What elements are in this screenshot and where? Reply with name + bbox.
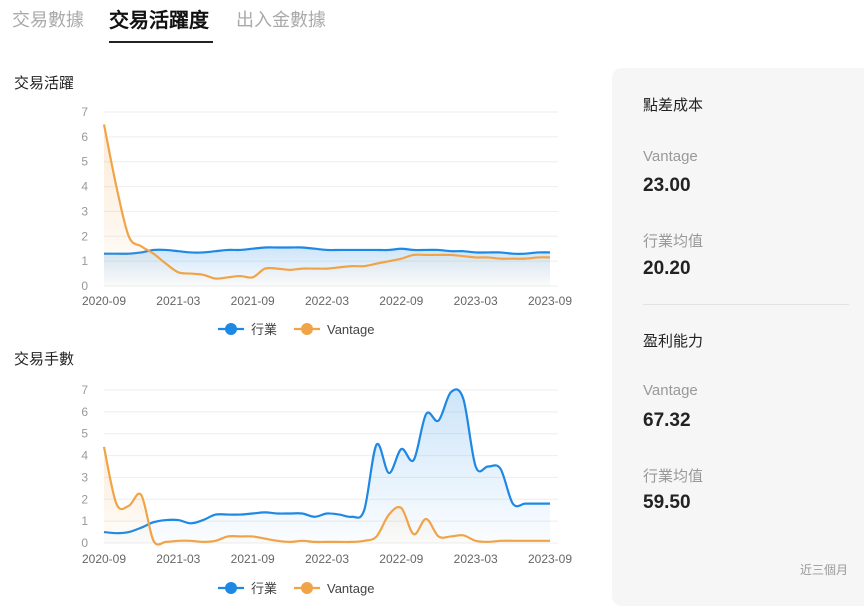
y-tick-label: 4 [81, 449, 88, 463]
legend-item-vantage-marker [301, 582, 313, 594]
x-tick-label: 2023-09 [528, 552, 572, 566]
profit-vantage-value: 67.32 [643, 410, 691, 431]
y-tick-label: 3 [81, 470, 88, 484]
profit-vantage-label: Vantage [643, 382, 698, 399]
legend-item-industry-marker [225, 582, 237, 594]
lots-chart: 0 1 2 3 4 5 6 7 2020-09 2021-03 2021-09 2022-03 2022… [81, 383, 572, 596]
profit-industry-label: 行業均值 [643, 468, 704, 485]
x-tick-label: 2023-03 [454, 552, 498, 566]
y-tick-label: 5 [81, 427, 88, 441]
spread-cost-title: 點差成本 [643, 97, 704, 114]
spread-vantage-label: Vantage [643, 148, 698, 165]
y-tick-label: 1 [81, 514, 88, 528]
y-tick-label: 2 [81, 492, 88, 506]
panel-divider [643, 304, 849, 305]
profitability-title: 盈利能力 [643, 333, 704, 350]
x-tick-label: 2022-09 [379, 552, 423, 566]
x-tick-label: 2022-03 [305, 552, 349, 566]
y-tick-label: 6 [81, 405, 88, 419]
x-tick-label: 2021-09 [231, 552, 275, 566]
spread-industry-label: 行業均值 [643, 233, 704, 250]
legend-item-vantage-label: Vantage [327, 581, 374, 596]
period-footnote: 近三個月 [799, 563, 848, 577]
spread-vantage-value: 23.00 [643, 175, 691, 196]
profit-industry-value: 59.50 [643, 492, 691, 513]
y-tick-label: 7 [81, 383, 88, 397]
y-tick-label: 0 [81, 536, 88, 550]
spread-industry-value: 20.20 [643, 258, 691, 279]
legend-item-industry-label: 行業 [251, 581, 277, 596]
x-tick-label: 2020-09 [82, 552, 126, 566]
summary-panel: 點差成本 Vantage 23.00 行業均值 20.20 盈利能力 Vanta… [612, 68, 864, 606]
x-tick-label: 2021-03 [156, 552, 200, 566]
